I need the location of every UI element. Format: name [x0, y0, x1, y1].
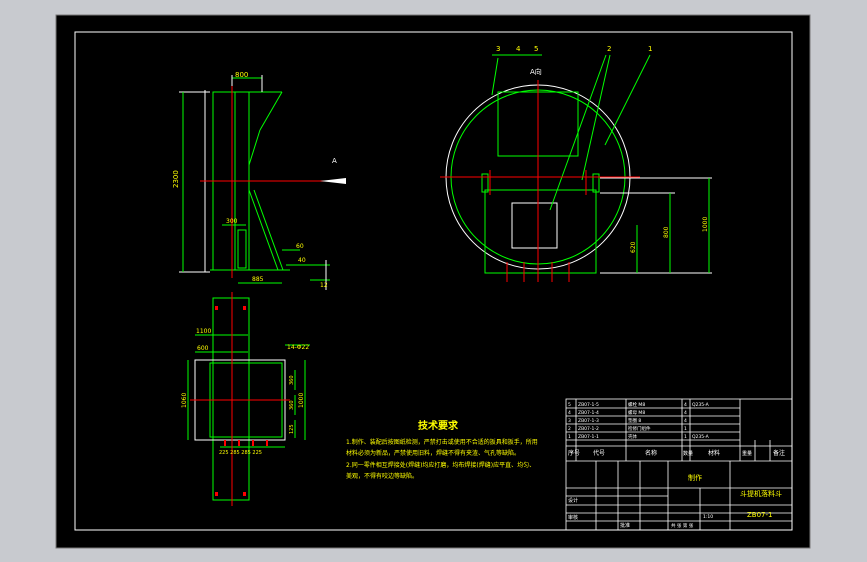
- header-remark: 备注: [773, 449, 785, 457]
- parts-list-cell: ZB07-1-1: [578, 434, 599, 440]
- balloon-4: 4: [516, 45, 521, 53]
- front-dim-width-label: 800: [235, 71, 248, 79]
- balloon-2: 2: [607, 45, 611, 53]
- parts-list-cell: Q235-A: [692, 434, 710, 440]
- title-designer: 设计: [568, 497, 578, 504]
- parts-list-cell: 4: [568, 410, 571, 416]
- parts-list-cell: 4: [684, 402, 687, 408]
- title-sheet: 共 张 第 张: [671, 522, 694, 529]
- title-drawing-name: 斗提机落料斗: [740, 489, 782, 498]
- top-dim-600-label: 600: [197, 345, 209, 352]
- parts-list-cell: 螺栓 M8: [628, 401, 645, 408]
- parts-list-cell: 壳体: [628, 433, 637, 440]
- parts-list-cell: Q235-A: [692, 402, 710, 408]
- balloon-5: 5: [534, 45, 538, 53]
- tech-notes-line-3: 2.同一零件相互焊接处(焊缝)均应打磨，均布焊接(焊缝)应平直、均匀、: [346, 461, 535, 469]
- title-drawing-no: ZB07-1: [747, 511, 772, 519]
- parts-list-cell: 垫圈 8: [628, 417, 641, 424]
- parts-list-cell: 4: [684, 418, 687, 424]
- tech-notes-line-2: 材料必须为新品，严禁使用旧料，焊缝不得有夹渣、气孔等缺陷。: [346, 449, 520, 457]
- parts-list-cell: 检修门组件: [628, 425, 651, 432]
- parts-list-cell: 4: [684, 410, 687, 416]
- top-dim-inner-a-label: 360: [289, 375, 295, 385]
- side-dim-b-label: 800: [663, 226, 670, 238]
- top-dim-right-label: 1000: [298, 393, 305, 408]
- parts-list-cell: 1: [684, 434, 687, 440]
- front-dim-bottom-label: 885: [252, 276, 264, 283]
- front-dim-small-a-label: 60: [296, 243, 304, 250]
- header-seq: 序号: [568, 449, 580, 457]
- title-checker: 审核: [568, 514, 578, 521]
- cad-viewport[interactable]: 800 2300 300 885 60 40 12 A 1100 600 14-…: [0, 0, 867, 562]
- parts-list-cell: ZB07-1-2: [578, 426, 599, 432]
- top-dim-inner-c-label: 125: [289, 424, 295, 434]
- tech-notes-line-1: 1.制作、装配后按图纸检测，严禁打击或使用不合适的扳具和扳手，所用: [346, 438, 538, 446]
- side-dim-a-label: 620: [630, 241, 637, 253]
- balloon-1: 1: [648, 45, 652, 53]
- cad-drawing-canvas[interactable]: 800 2300 300 885 60 40 12 A 1100 600 14-…: [0, 0, 867, 562]
- top-dim-14-label: 14-Φ22: [287, 344, 309, 351]
- tech-notes-title: 技术要求: [418, 419, 459, 432]
- front-dim-height-label: 2300: [172, 170, 180, 188]
- header-name: 名称: [645, 449, 657, 457]
- view-arrow-label: A: [332, 157, 337, 165]
- title-scale: 1:10: [703, 514, 713, 520]
- title-approver: 批准: [620, 522, 630, 529]
- front-dim-small-c-label: 12: [320, 282, 328, 289]
- parts-list-cell: 螺母 M8: [628, 409, 645, 416]
- parts-list-cell: 1: [568, 434, 571, 440]
- balloon-3: 3: [496, 45, 500, 53]
- header-material: 材料: [708, 449, 720, 457]
- header-code: 代号: [593, 449, 605, 457]
- header-weight: 重量: [742, 450, 752, 457]
- side-dim-c-label: 1000: [702, 217, 709, 232]
- top-dim-1100-label: 1100: [196, 328, 211, 335]
- header-qty: 数量: [683, 450, 693, 457]
- top-dim-bottom-label: 225 285 285 225: [219, 450, 262, 456]
- parts-list-cell: 3: [568, 418, 571, 424]
- top-dim-left-label: 1060: [181, 393, 188, 408]
- title-company: 制作: [688, 473, 702, 482]
- side-view-label: A向: [530, 67, 542, 76]
- parts-list-cell: ZB07-1-3: [578, 418, 599, 424]
- parts-list-cell: 1: [684, 426, 687, 432]
- front-dim-inner-label: 300: [226, 218, 238, 225]
- top-dim-inner-b-label: 360: [289, 400, 295, 410]
- parts-list-cell: 5: [568, 402, 571, 408]
- parts-list-cell: ZB07-1-5: [578, 402, 599, 408]
- tech-notes-line-4: 美观，不得有咬边等缺陷。: [346, 472, 418, 480]
- parts-list-cell: 2: [568, 426, 571, 432]
- parts-list-cell: ZB07-1-4: [578, 410, 599, 416]
- front-dim-small-b-label: 40: [298, 257, 306, 264]
